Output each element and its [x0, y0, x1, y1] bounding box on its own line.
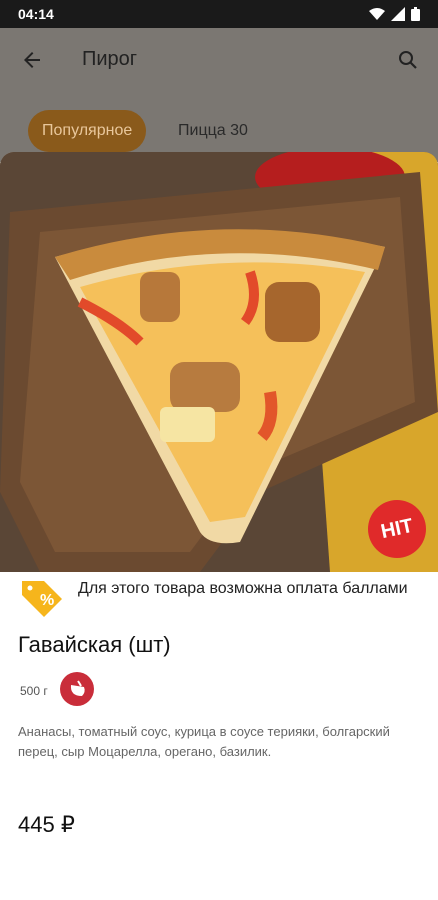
battery-icon	[411, 7, 420, 21]
search-icon[interactable]	[396, 48, 420, 72]
status-bar: 04:14	[0, 0, 438, 28]
promo-text: Для этого товара возможна оплата баллами	[78, 580, 408, 597]
tab-popular[interactable]: Популярное	[28, 110, 147, 152]
app-bar: Пирог	[0, 28, 438, 92]
points-payment-note: % Для этого товара возможна оплата балла…	[18, 577, 408, 619]
product-title: Гавайская (шт)	[18, 632, 171, 657]
wifi-icon	[369, 8, 385, 20]
tab-pizza-30[interactable]: Пицца 30	[164, 110, 262, 152]
spicy-pepper-icon	[60, 672, 94, 706]
svg-text:%: %	[40, 592, 54, 609]
status-icons	[369, 7, 420, 21]
product-description: Ананасы, томатный соус, курица в соусе т…	[18, 724, 390, 759]
percent-tag-icon: %	[22, 581, 62, 617]
status-time: 04:14	[18, 6, 54, 22]
product-weight: 500 г	[20, 684, 48, 698]
page-title: Пирог	[82, 48, 138, 70]
signal-icon	[391, 7, 405, 21]
product-photo: HIT	[0, 152, 438, 572]
back-arrow-icon[interactable]	[20, 48, 44, 72]
pizza-illustration	[0, 152, 438, 572]
product-price: 445 ₽	[18, 812, 75, 837]
product-sheet: HIT % Для этого товара возможна оплата б…	[0, 152, 438, 900]
